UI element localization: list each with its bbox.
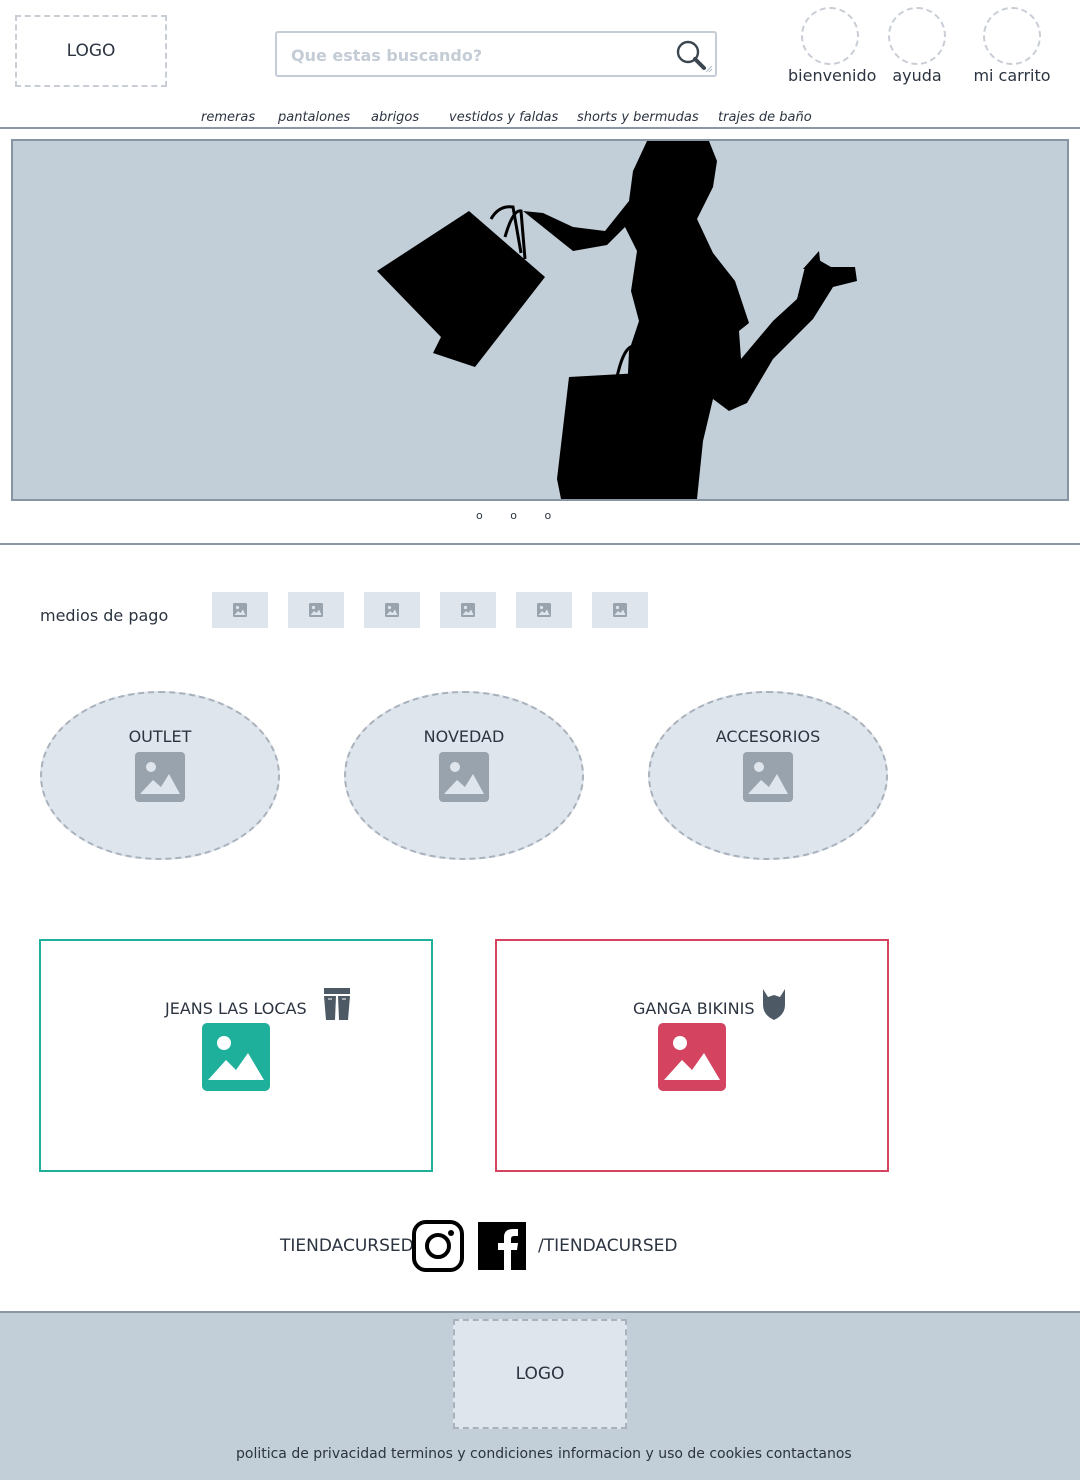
payment-method-tile[interactable] [592,592,648,628]
category-accesorios-label: ACCESORIOS [715,727,821,746]
payment-method-tile[interactable] [212,592,268,628]
category-accesorios[interactable]: ACCESORIOS [648,691,888,860]
nav-item-trajes[interactable]: trajes de baño [718,110,812,125]
nav-item-remeras[interactable]: remeras [201,110,255,125]
user-avatar-icon [801,7,859,65]
payment-method-tile[interactable] [516,592,572,628]
bikini-icon [763,989,785,1020]
welcome-link[interactable]: bienvenido [788,7,877,85]
footer-logo[interactable]: LOGO [453,1319,627,1429]
instagram-icon[interactable] [412,1220,464,1272]
category-outlet[interactable]: OUTLET [40,691,280,860]
category-novedad-label: NOVEDAD [423,727,505,746]
image-placeholder-icon [613,603,627,617]
image-placeholder-icon [135,752,185,802]
instagram-handle[interactable]: TIENDACURSED [280,1236,414,1256]
image-placeholder-icon [309,603,323,617]
search-input[interactable] [289,41,663,69]
help-icon [888,7,946,65]
search-icon[interactable] [675,39,707,71]
payment-method-tile[interactable] [288,592,344,628]
facebook-handle[interactable]: /TIENDACURSED [538,1236,677,1256]
cart-label: mi carrito [973,66,1051,85]
welcome-label: bienvenido [788,66,877,85]
facebook-icon[interactable] [478,1222,526,1270]
shopping-bag-left [377,205,545,367]
footer-link-contact[interactable]: contactanos [766,1446,852,1462]
nav-item-shorts[interactable]: shorts y bermudas [577,110,699,125]
payment-method-tile[interactable] [364,592,420,628]
nav-item-pantalones[interactable]: pantalones [278,110,350,125]
promo-jeans-label: JEANS LAS LOCAS [165,999,307,1018]
help-label: ayuda [892,66,942,85]
bikini-image-icon [658,1023,726,1091]
promo-bikinis[interactable]: GANGA BIKINIS [495,939,889,1172]
nav-item-vestidos[interactable]: vestidos y faldas [449,110,558,125]
payment-methods-label: medios de pago [40,606,169,625]
payment-method-tile[interactable] [440,592,496,628]
header-logo[interactable]: LOGO [15,15,167,87]
footer-link-terms[interactable]: terminos y condiciones [391,1446,553,1462]
image-placeholder-icon [439,752,489,802]
image-placeholder-icon [233,603,247,617]
cart-icon [983,7,1041,65]
nav-item-abrigos[interactable]: abrigos [371,110,419,125]
help-link[interactable]: ayuda [886,7,948,85]
footer-link-cookies[interactable]: informacion y uso de cookies [558,1446,762,1462]
category-novedad[interactable]: NOVEDAD [344,691,584,860]
promo-jeans[interactable]: JEANS LAS LOCAS [39,939,433,1172]
category-outlet-label: OUTLET [128,727,192,746]
shopping-woman-silhouette [377,141,857,499]
search-bar[interactable] [275,31,717,77]
hero-divider [0,543,1080,545]
image-placeholder-icon [743,752,793,802]
resize-grip-icon [705,65,713,73]
footer-link-privacy[interactable]: politica de privacidad [236,1446,387,1462]
jeans-image-icon [202,1023,270,1091]
promo-bikinis-label: GANGA BIKINIS [633,999,755,1018]
image-placeholder-icon [385,603,399,617]
header-divider [0,127,1080,129]
image-placeholder-icon [461,603,475,617]
cart-link[interactable]: mi carrito [972,7,1052,85]
image-placeholder-icon [537,603,551,617]
carousel-dots[interactable]: o o o [476,509,563,522]
hero-banner[interactable] [11,139,1069,501]
jeans-icon [324,988,350,1020]
